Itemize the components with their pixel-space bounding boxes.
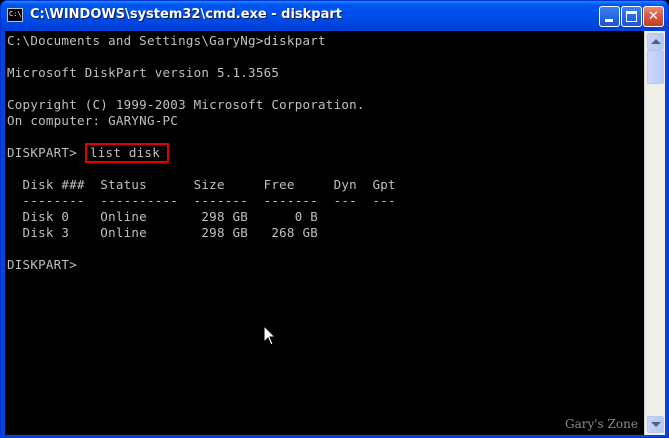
- close-icon: ✕: [648, 9, 659, 24]
- disk-table-separator: -------- ---------- ------- ------- --- …: [7, 193, 396, 208]
- console-line: Copyright (C) 1999-2003 Microsoft Corpor…: [7, 97, 365, 112]
- scroll-thumb[interactable]: [647, 50, 664, 84]
- disk-table-header: Disk ### Status Size Free Dyn Gpt: [7, 177, 396, 192]
- close-button[interactable]: ✕: [643, 6, 664, 27]
- arrow-down-icon: [651, 422, 661, 427]
- vertical-scrollbar[interactable]: [644, 31, 665, 435]
- maximize-icon: [626, 11, 637, 22]
- cmd-window: C:\ C:\WINDOWS\system32\cmd.exe - diskpa…: [0, 0, 669, 438]
- console-line: On computer: GARYNG-PC: [7, 113, 179, 128]
- disk-table-row: Disk 0 Online 298 GB 0 B: [7, 209, 319, 224]
- minimize-icon: [605, 19, 613, 22]
- console-output[interactable]: C:\Documents and Settings\GaryNg>diskpar…: [5, 31, 644, 435]
- minimize-button[interactable]: [599, 6, 620, 27]
- scroll-up-button[interactable]: [647, 33, 664, 50]
- cmd-app-icon[interactable]: C:\: [7, 8, 23, 22]
- disk-table-row: Disk 3 Online 298 GB 268 GB: [7, 225, 319, 240]
- mouse-pointer-icon: [263, 325, 277, 346]
- scroll-down-button[interactable]: [647, 416, 664, 433]
- title-bar[interactable]: C:\ C:\WINDOWS\system32\cmd.exe - diskpa…: [1, 1, 668, 31]
- highlighted-command: list disk: [90, 145, 160, 160]
- watermark: Gary's Zone: [565, 417, 638, 431]
- console-line: Microsoft DiskPart version 5.1.3565: [7, 65, 280, 80]
- diskpart-prompt: DISKPART>: [7, 257, 85, 272]
- console-line: C:\Documents and Settings\GaryNg>diskpar…: [7, 33, 326, 48]
- arrow-up-icon: [651, 39, 661, 44]
- window-title: C:\WINDOWS\system32\cmd.exe - diskpart: [30, 7, 343, 22]
- diskpart-prompt: DISKPART>: [7, 145, 85, 160]
- window-frame-right: [665, 31, 668, 435]
- maximize-button[interactable]: [621, 6, 642, 27]
